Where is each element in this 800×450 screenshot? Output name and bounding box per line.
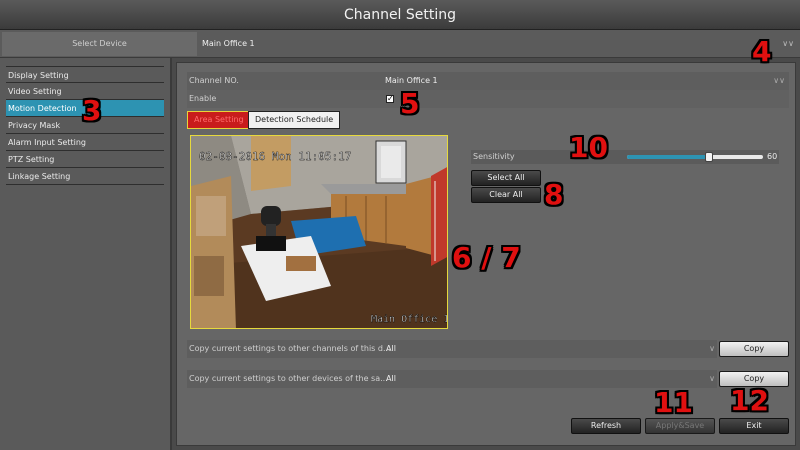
annotation-12: 12 [730,384,769,417]
annotation-11: 11 [654,386,693,419]
exit-button[interactable]: Exit [719,418,789,434]
copy-to-channels-value: All [386,344,396,353]
window-title: Channel Setting [0,0,800,30]
sidebar-item-ptz-setting[interactable]: PTZ Setting [6,151,164,168]
camera-scene: 02-08-2016 Mon 11:05:17 Main Office 1 [191,136,448,328]
annotation-3: 3 [82,94,102,127]
select-all-button[interactable]: Select All [471,170,541,186]
sensitivity-slider-handle[interactable] [704,152,713,162]
copy-to-devices-select[interactable]: Copy current settings to other devices o… [187,370,717,388]
copy-to-devices-label: Copy current settings to other devices o… [189,374,388,383]
copy-to-channels-select[interactable]: Copy current settings to other channels … [187,340,717,358]
select-device-label: Select Device [2,32,197,56]
channel-label: Channel NO. [189,76,239,85]
video-timestamp: 02-08-2016 Mon 11:05:17 [199,150,351,163]
sidebar-item-label: Display Setting [8,71,69,80]
sidebar-item-linkage-setting[interactable]: Linkage Setting [6,168,164,185]
copy-to-devices-value: All [386,374,396,383]
chevron-down-icon: ∨∨ [773,76,785,85]
sensitivity-row: Sensitivity 60 [471,150,779,164]
sidebar-item-label: PTZ Setting [8,155,55,164]
annotation-5: 5 [400,87,420,120]
copy-channels-button[interactable]: Copy [719,341,789,357]
tab-detection-schedule[interactable]: Detection Schedule [248,111,341,129]
video-channel-name: Main Office 1 [371,314,448,325]
sidebar-item-label: Video Setting [8,87,62,96]
sensitivity-slider[interactable] [627,152,763,162]
sensitivity-label: Sensitivity [473,152,515,161]
sidebar-item-alarm-input-setting[interactable]: Alarm Input Setting [6,134,164,151]
copy-to-channels-label: Copy current settings to other channels … [189,344,391,353]
sidebar-item-display-setting[interactable]: Display Setting [6,66,164,83]
channel-row[interactable]: Channel NO. Main Office 1 ∨∨ [187,72,789,90]
chevron-down-icon: ∨ [709,374,715,383]
refresh-button[interactable]: Refresh [571,418,641,434]
annotation-10: 10 [569,131,608,164]
annotation-4: 4 [752,35,772,68]
annotation-8: 8 [544,178,564,211]
camera-video-preview[interactable]: 02-08-2016 Mon 11:05:17 Main Office 1 [190,135,448,329]
sensitivity-slider-fill [627,155,709,159]
device-select-value: Main Office 1 [202,39,255,48]
chevron-down-icon: ∨∨ [782,39,794,48]
enable-label: Enable [189,94,217,103]
clear-all-button[interactable]: Clear All [471,187,541,203]
tab-area-setting[interactable]: Area Setting [187,111,251,129]
enable-checkbox[interactable]: ✓ [386,95,394,103]
sensitivity-value: 60 [767,152,778,161]
sidebar-item-label: Alarm Input Setting [8,138,86,147]
device-select[interactable]: Main Office 1 ∨∨ [198,32,798,56]
sidebar-item-label: Motion Detection [8,104,77,113]
enable-row: Enable ✓ [187,90,789,108]
device-row: Select Device Main Office 1 ∨∨ [0,30,800,58]
sidebar-item-label: Linkage Setting [8,172,71,181]
annotation-6-7: 6 / 7 [452,241,521,274]
apply-save-button[interactable]: Apply&Save [645,418,715,434]
chevron-down-icon: ∨ [709,344,715,353]
sidebar-item-label: Privacy Mask [8,121,61,130]
